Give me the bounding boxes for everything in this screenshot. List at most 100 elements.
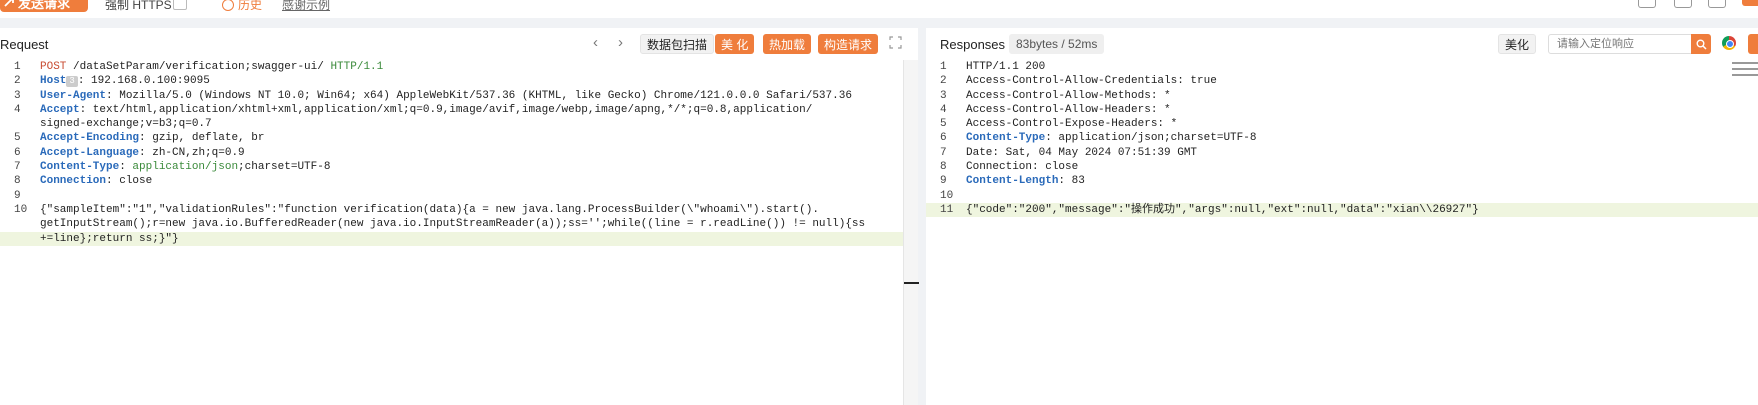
line-content: HTTP/1.1 200 xyxy=(966,60,1045,74)
code-token: Content-Type xyxy=(966,132,1046,145)
line-content: Content-Type: application/json;charset=U… xyxy=(40,160,330,174)
code-token: signed-exchange;v=b3;q=0.7 xyxy=(40,118,212,131)
code-token: ;charset=UTF-8 xyxy=(238,161,331,174)
line-content: Access-Control-Expose-Headers: * xyxy=(966,117,1177,131)
force-https-checkbox[interactable] xyxy=(173,0,187,10)
code-line: 9 xyxy=(0,189,918,203)
code-line: 4 Accept: text/html,application/xhtml+xml… xyxy=(0,103,918,117)
request-editor[interactable]: 1 POST /dataSetParam/verification;swagger… xyxy=(0,60,918,246)
code-token: : Mozilla/5.0 (Windows NT 10.0; Win64; x… xyxy=(106,89,852,102)
history-icon xyxy=(222,0,234,11)
line-content: Access-Control-Allow-Methods: * xyxy=(966,89,1171,103)
code-token: : 192.168.0.100:9095 xyxy=(77,75,210,88)
code-token: Connection: close xyxy=(966,161,1079,174)
code-line: 1 HTTP/1.1 200 xyxy=(926,60,1758,74)
code-line: getInputStream();r=new java.io.BufferedR… xyxy=(0,217,918,231)
line-number: 7 xyxy=(14,161,21,174)
line-content: Host 3: 192.168.0.100:9095 xyxy=(40,74,210,88)
search-button[interactable] xyxy=(1691,34,1711,54)
construct-request-button[interactable]: 构造请求 xyxy=(818,34,879,54)
hot-load-button[interactable]: 热加载 xyxy=(763,34,812,54)
export-icon[interactable] xyxy=(1708,0,1726,8)
code-token: : zh-CN,zh;q=0.9 xyxy=(139,146,245,159)
share-icon[interactable] xyxy=(1638,0,1656,8)
code-line: 6 Accept-Language: zh-CN,zh;q=0.9 xyxy=(0,146,918,160)
code-token: HTTP/1.1 200 xyxy=(966,61,1046,73)
code-token: POST xyxy=(40,61,67,73)
line-number: 9 xyxy=(14,189,21,202)
line-content: Access-Control-Allow-Headers: * xyxy=(966,103,1171,117)
line-content: {"sampleItem":"1","validationRules":"fun… xyxy=(40,203,819,217)
line-content: {"code":"200","message":"操作成功","args":nu… xyxy=(966,203,1479,217)
code-line: 3 Access-Control-Allow-Methods: * xyxy=(926,89,1758,103)
packet-scan-button[interactable]: 数据包扫描 xyxy=(640,34,715,54)
more-button[interactable] xyxy=(1748,34,1758,54)
response-panel: Responses 83bytes / 52ms 美化 1 HTTP/1.1 20… xyxy=(926,28,1758,405)
host-tag-badge: 3 xyxy=(66,76,78,88)
force-https-label: 强制 HTTPS xyxy=(105,0,172,12)
search-icon xyxy=(1696,39,1707,50)
request-scrollbar[interactable] xyxy=(903,60,919,405)
line-content: +=line};return ss;}"} xyxy=(40,232,179,246)
code-line: signed-exchange;v=b3;q=0.7 xyxy=(0,117,918,131)
code-token: : 83 xyxy=(1058,175,1085,188)
code-token: {"sampleItem":"1","validationRules":"fun… xyxy=(40,203,819,216)
code-token: Accept-Encoding xyxy=(40,132,140,145)
line-number xyxy=(0,217,40,231)
send-request-label: 发送请求 xyxy=(18,0,71,11)
response-viewer[interactable]: 1 HTTP/1.1 200 2 Access-Control-Allow-Crede… xyxy=(926,60,1758,218)
code-token: /dataSetParam/verification;swagger-ui/ xyxy=(66,61,331,73)
code-token: Connection xyxy=(40,175,107,188)
line-number: 10 xyxy=(940,189,954,202)
code-line: 7 Content-Type: application/json;charset=… xyxy=(0,160,918,174)
code-token: : text/html,application/xhtml+xml,applic… xyxy=(79,103,813,116)
line-number: 2 xyxy=(940,75,947,88)
beautify-response-button[interactable]: 美化 xyxy=(1498,34,1537,54)
line-number xyxy=(0,232,40,246)
line-content: Access-Control-Allow-Credentials: true xyxy=(966,74,1217,88)
line-number: 10 xyxy=(14,203,28,216)
code-token: Access-Control-Expose-Headers: * xyxy=(966,118,1178,131)
code-line: 2 Host 3: 192.168.0.100:9095 xyxy=(0,74,918,88)
line-content: signed-exchange;v=b3;q=0.7 xyxy=(40,117,212,131)
line-content: Accept: text/html,application/xhtml+xml,… xyxy=(40,103,812,117)
line-number: 1 xyxy=(940,61,947,73)
history-button[interactable]: 历史 xyxy=(222,0,262,13)
save-icon[interactable] xyxy=(1674,0,1692,8)
side-handle-icon[interactable] xyxy=(1732,58,1758,82)
chrome-icon[interactable] xyxy=(1722,36,1736,50)
line-content: Connection: close xyxy=(40,174,152,188)
code-line: 2 Access-Control-Allow-Credentials: true xyxy=(926,74,1758,88)
code-token: Accept-Language xyxy=(40,146,140,159)
beautify-request-button[interactable]: 美 化 xyxy=(715,34,755,54)
code-token: application/json xyxy=(132,161,239,174)
line-number: 6 xyxy=(14,146,21,159)
code-line: 5 Access-Control-Expose-Headers: * xyxy=(926,117,1758,131)
code-line: 6 Content-Type: application/json;charset=… xyxy=(926,131,1758,145)
menu-icon[interactable] xyxy=(1742,0,1758,6)
code-token: Access-Control-Allow-Headers: * xyxy=(966,103,1171,116)
chevron-left-icon[interactable]: ‹ xyxy=(593,34,598,51)
expand-icon[interactable] xyxy=(889,36,902,49)
line-number: 2 xyxy=(14,75,21,88)
response-search-input[interactable] xyxy=(1548,34,1693,54)
code-line: 3 User-Agent: Mozilla/5.0 (Windows NT 10.… xyxy=(0,89,918,103)
line-number: 3 xyxy=(14,89,21,102)
code-line: 7 Date: Sat, 04 May 2024 07:51:39 GMT xyxy=(926,146,1758,160)
line-content: Accept-Language: zh-CN,zh;q=0.9 xyxy=(40,146,245,160)
example-link[interactable]: 感谢示例 xyxy=(282,0,330,13)
line-number xyxy=(0,117,40,131)
line-content: Accept-Encoding: gzip, deflate, br xyxy=(40,131,264,145)
code-token: Access-Control-Allow-Credentials: true xyxy=(966,75,1217,88)
code-line: +=line};return ss;}"} xyxy=(0,231,918,246)
line-content: getInputStream();r=new java.io.BufferedR… xyxy=(40,217,865,231)
code-line: 4 Access-Control-Allow-Headers: * xyxy=(926,103,1758,117)
line-number: 9 xyxy=(940,175,947,188)
response-title: Responses xyxy=(940,36,1006,52)
send-request-button[interactable]: 发送请求 xyxy=(0,0,88,12)
code-token: User-Agent xyxy=(40,89,107,102)
line-number: 6 xyxy=(940,132,947,145)
chevron-right-icon[interactable]: › xyxy=(618,34,623,51)
code-line: 10 xyxy=(926,189,1758,203)
line-number: 4 xyxy=(940,103,947,116)
